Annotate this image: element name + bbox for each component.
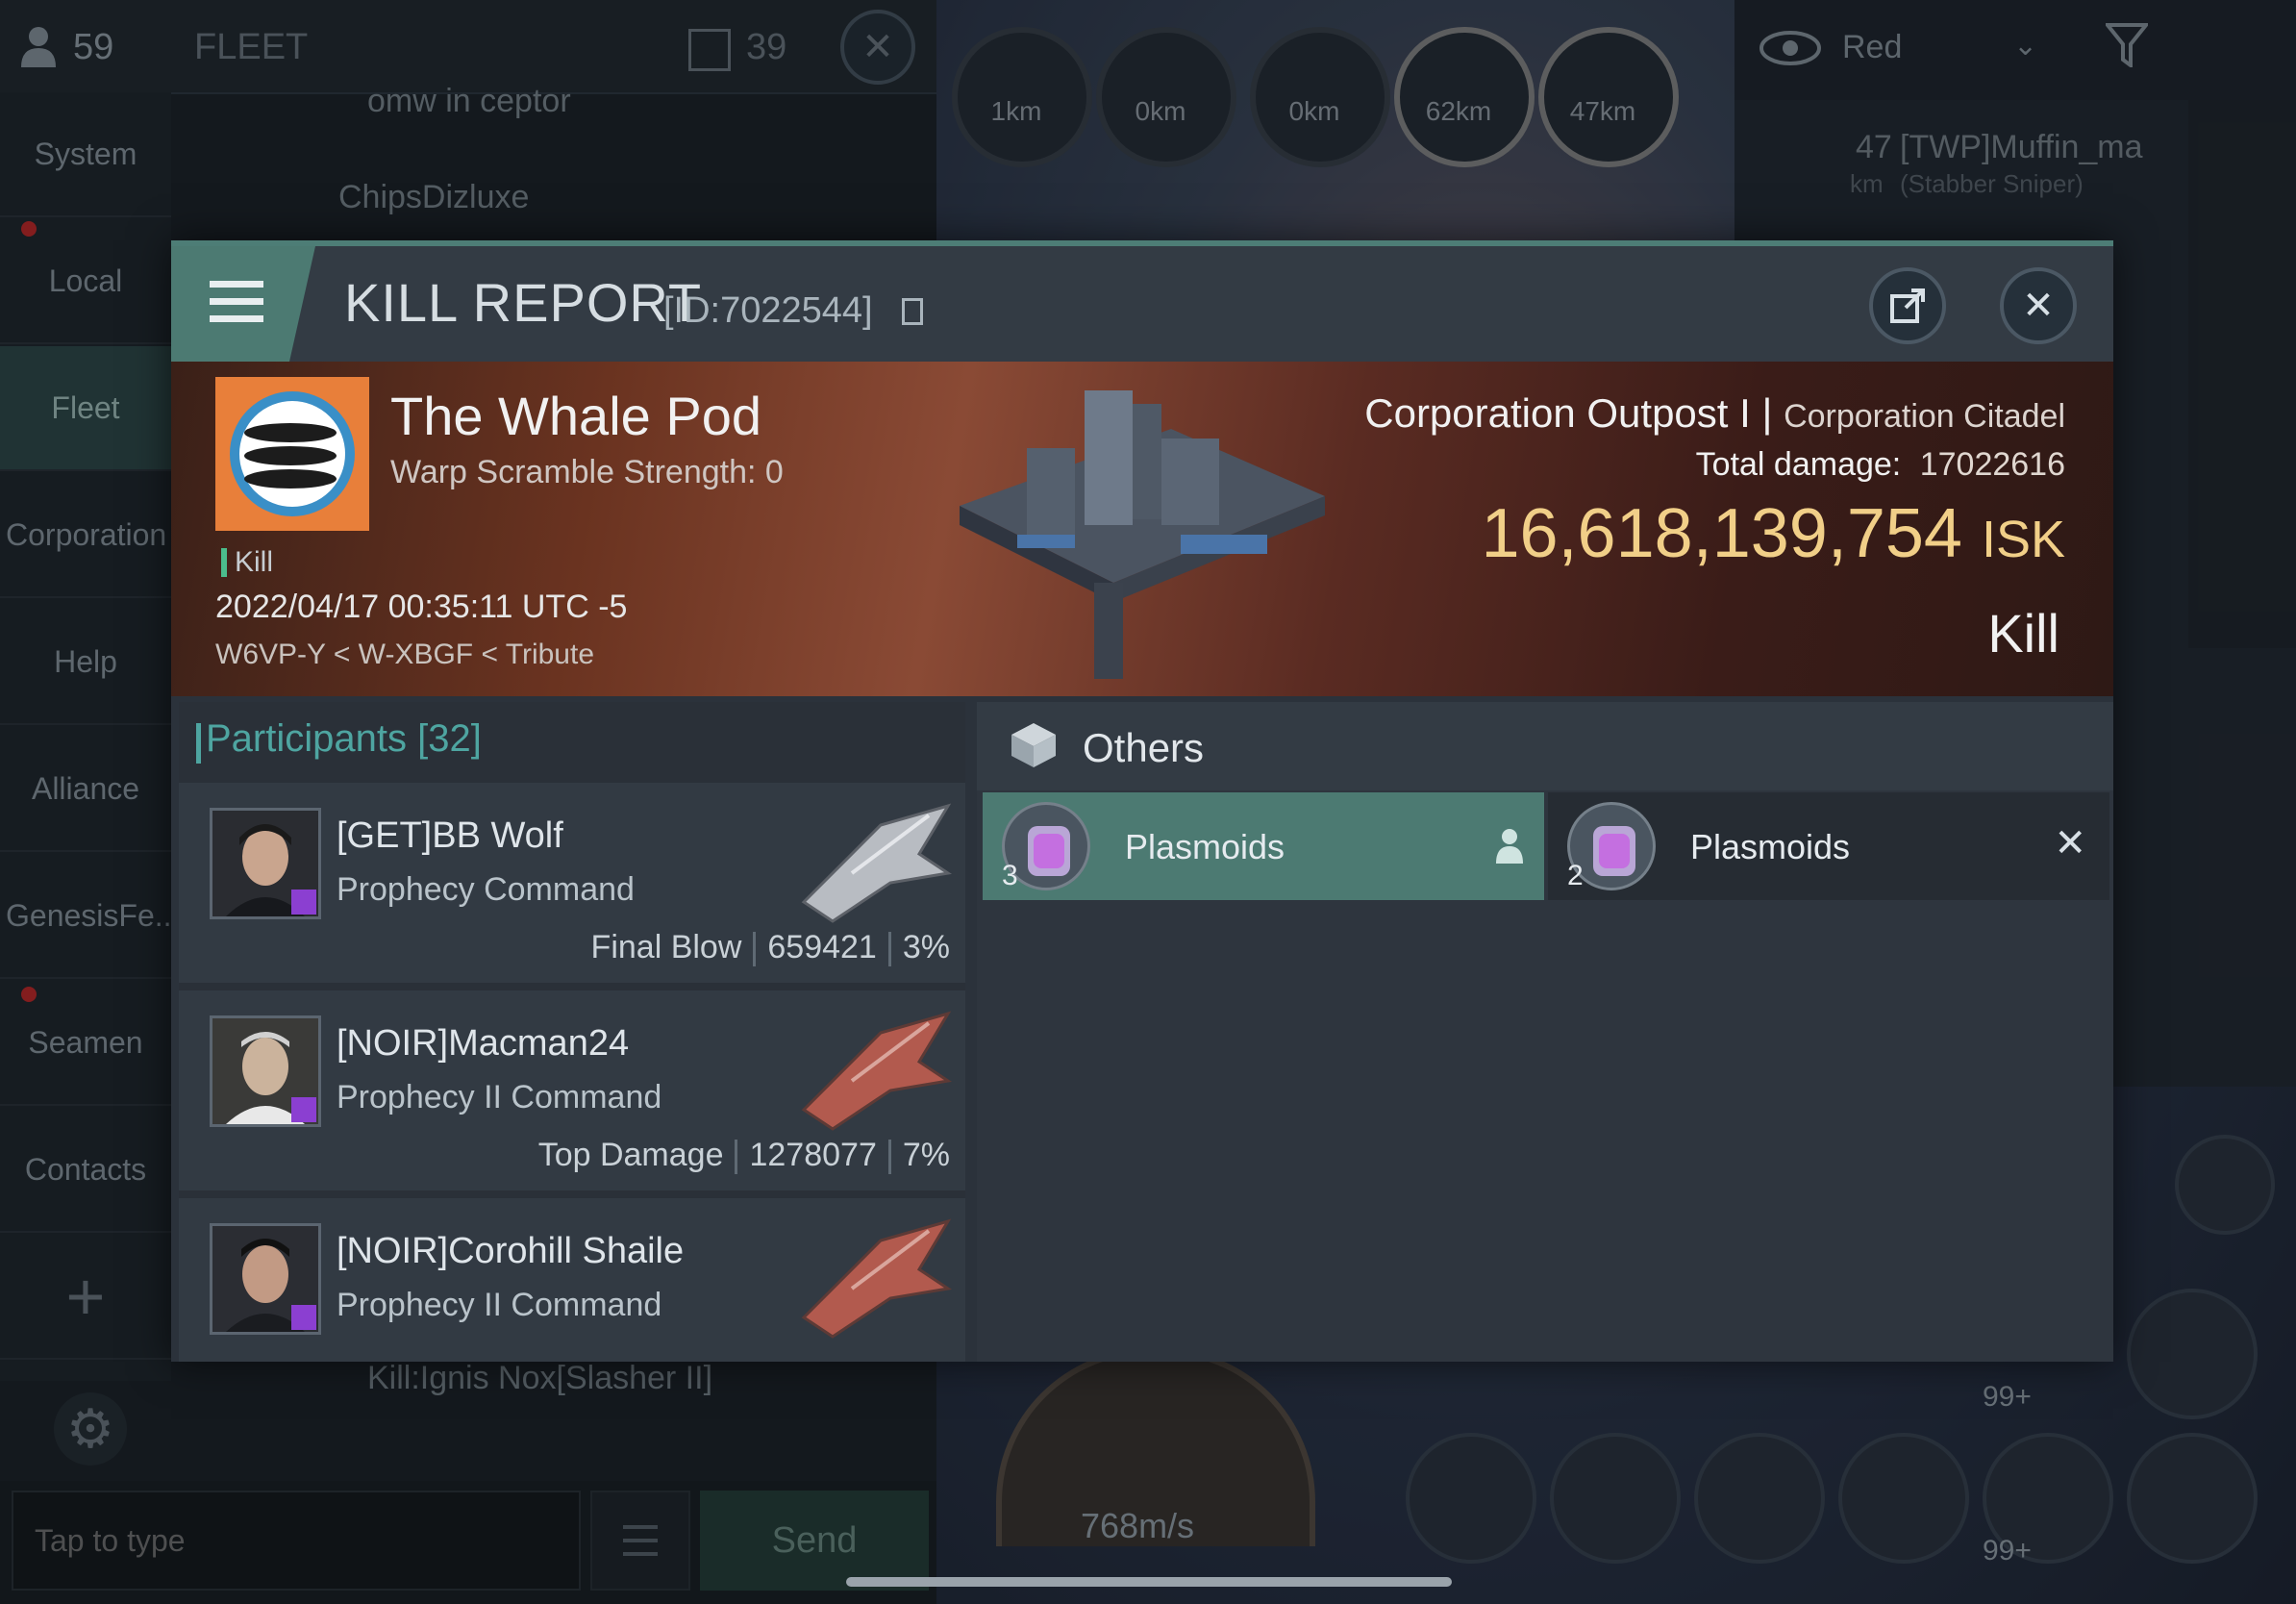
kill-location[interactable]: W6VP-Y < W-XBGF < Tribute [215,639,594,671]
share-icon[interactable] [1869,267,1946,344]
avatar [210,808,321,919]
kill-report-modal: KILL REPORT [ID:7022544] ✕ The Whale Pod… [171,240,2113,1362]
participant-name[interactable]: [NOIR]Macman24 [337,1023,629,1065]
participant-stats: Final Blow 659421 3% [590,929,950,967]
participant-ship: Prophecy II Command [337,1079,662,1115]
separator [887,932,891,967]
participant-role: Final Blow [590,929,742,965]
separator [735,1140,738,1175]
corp-badge [291,1097,316,1122]
kill-report-title: KILL REPORT [344,272,703,333]
kill-tag: Kill [235,546,274,578]
close-icon[interactable]: ✕ [2000,267,2077,344]
participant-role: Top Damage [537,1137,724,1173]
cargo-box-icon [1010,721,1058,769]
participants-count: [32] [417,717,482,760]
menu-icon-line [210,315,263,322]
participant-ship: Prophecy Command [337,871,635,908]
isk-value-line: 16,618,139,754 ISK [1481,494,2065,573]
separator [753,932,757,967]
participant-card[interactable]: [GET]BB Wolf Prophecy Command Final Blow… [179,783,965,983]
menu-button[interactable] [171,246,315,362]
total-damage-value: 17022616 [1919,446,2065,483]
loot-item-selected[interactable]: 3 Plasmoids [983,792,1544,900]
participants-header: Participants [32] [206,717,482,761]
ship-icon [801,803,952,923]
copy-icon[interactable] [902,298,923,325]
corp-badge [291,890,316,915]
others-title: Others [1083,725,1205,770]
victim-ship-line: Corporation Outpost I | Corporation Cita… [1364,390,2065,437]
isk-unit: ISK [1981,511,2065,568]
separator [887,1140,891,1175]
victim-ship-class: Corporation Citadel [1784,398,2065,435]
participant-card[interactable]: [NOIR]Macman24 Prophecy II Command Top D… [179,990,965,1190]
total-damage-line: Total damage: 17022616 [1696,446,2065,484]
victim-name[interactable]: The Whale Pod [390,385,761,447]
ship-icon [801,1218,952,1339]
isk-value: 16,618,139,754 [1481,495,1962,572]
victim-ship-name[interactable]: Corporation Outpost I [1364,390,1751,436]
item-name: Plasmoids [1125,827,1285,866]
citadel-image [940,371,1344,689]
participant-damage: 659421 [767,929,877,965]
kill-report-header: KILL REPORT [ID:7022544] ✕ [171,240,2113,362]
menu-icon [210,281,263,288]
victim-banner: The Whale Pod Warp Scramble Strength: 0 … [171,362,2113,696]
others-header: Others [977,702,2113,790]
person-icon[interactable] [1494,827,1525,864]
section-marker [196,723,201,764]
participant-name[interactable]: [NOIR]Corohill Shaile [337,1231,684,1272]
item-name: Plasmoids [1690,827,1851,866]
others-panel: Others 3 Plasmoids 2 Plasmoids ✕ [977,702,2113,1362]
close-icon[interactable]: ✕ [2054,821,2086,865]
participants-label: Participants [206,717,407,760]
kill-datetime: 2022/04/17 00:35:11 UTC -5 [215,589,628,625]
participant-ship: Prophecy II Command [337,1287,662,1323]
kill-report-id: [ID:7022544] [663,290,873,331]
participant-name[interactable]: [GET]BB Wolf [337,815,563,857]
corp-badge [291,1305,316,1330]
participant-damage: 1278077 [749,1137,877,1173]
kill-result: Kill [1987,603,2059,664]
corp-logo [215,377,369,531]
participant-damage-pct: 7% [902,1137,950,1173]
separator: | [1761,390,1784,436]
menu-icon-line [210,298,263,305]
home-indicator[interactable] [846,1577,1452,1587]
participants-panel: Participants [32] [GET]BB Wolf Prophecy … [179,702,965,1362]
ship-icon [801,1011,952,1131]
item-quantity: 3 [1002,860,1018,891]
participant-damage-pct: 3% [902,929,950,965]
avatar [210,1223,321,1335]
warp-scramble-strength: Warp Scramble Strength: 0 [390,454,784,490]
participant-stats: Top Damage 1278077 7% [537,1137,950,1175]
item-quantity: 2 [1567,860,1584,891]
participant-card[interactable]: [NOIR]Corohill Shaile Prophecy II Comman… [179,1198,965,1362]
avatar [210,1015,321,1127]
loot-item[interactable]: 2 Plasmoids ✕ [1548,792,2109,900]
total-damage-label: Total damage: [1695,446,1902,483]
